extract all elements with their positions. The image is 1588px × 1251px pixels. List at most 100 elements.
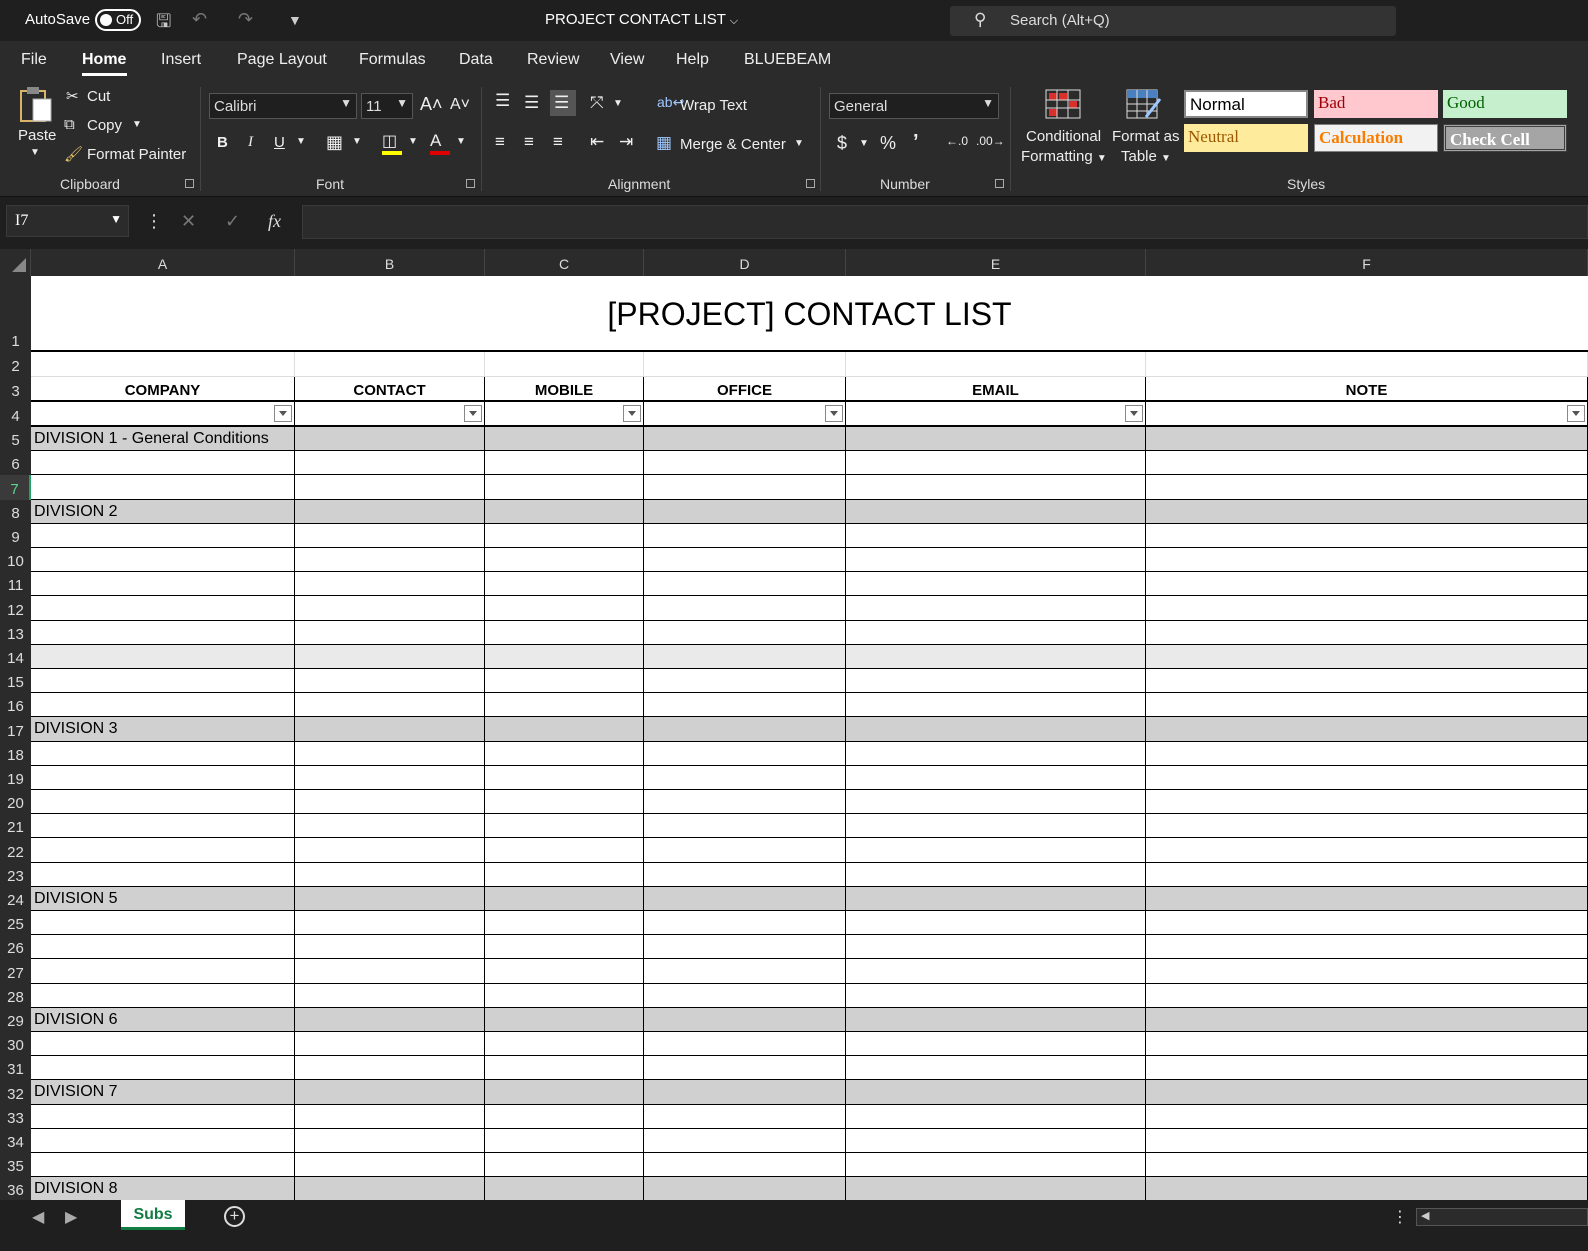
cell[interactable] — [31, 548, 295, 572]
save-icon[interactable]: 🖫 — [156, 9, 171, 39]
cell[interactable] — [485, 475, 644, 499]
cell[interactable] — [1146, 1104, 1588, 1128]
row-header-2[interactable]: 2 — [0, 352, 31, 377]
cell[interactable] — [295, 451, 485, 475]
row-header-26[interactable]: 26 — [0, 935, 31, 959]
cell[interactable] — [1146, 523, 1588, 547]
increase-font-icon[interactable]: A˄ — [420, 94, 443, 115]
cell[interactable] — [31, 1153, 295, 1177]
underline-dropdown-icon[interactable]: ▼ — [296, 136, 306, 147]
cell[interactable] — [1146, 427, 1588, 451]
cell[interactable] — [295, 911, 485, 935]
cell[interactable] — [846, 1056, 1146, 1080]
cell[interactable] — [485, 402, 644, 425]
cell[interactable] — [295, 814, 485, 838]
cell[interactable] — [485, 886, 644, 910]
cell[interactable] — [846, 790, 1146, 814]
align-right-icon[interactable]: ≡ — [553, 132, 563, 152]
align-middle-icon[interactable]: ☰ — [524, 93, 539, 113]
cell[interactable] — [295, 959, 485, 983]
paste-button[interactable] — [18, 85, 54, 125]
cell[interactable] — [846, 959, 1146, 983]
paste-dropdown-icon[interactable]: ▼ — [30, 147, 40, 158]
cell[interactable] — [485, 1177, 644, 1200]
row-header-9[interactable]: 9 — [0, 524, 31, 548]
cell[interactable] — [295, 1056, 485, 1080]
cell[interactable] — [485, 548, 644, 572]
cell[interactable] — [485, 983, 644, 1007]
cell[interactable] — [295, 620, 485, 644]
cell[interactable] — [485, 451, 644, 475]
cell[interactable] — [644, 1177, 846, 1200]
cell[interactable] — [31, 765, 295, 789]
division-label[interactable]: DIVISION 3 — [31, 717, 295, 741]
cell[interactable] — [295, 1080, 485, 1104]
cell[interactable] — [644, 620, 846, 644]
cell[interactable] — [644, 475, 846, 499]
format-painter-icon[interactable]: 🖌 — [64, 145, 83, 163]
column-header-c[interactable]: C — [485, 249, 644, 276]
cell[interactable] — [644, 523, 846, 547]
cell[interactable] — [1146, 620, 1588, 644]
cell[interactable] — [31, 352, 295, 376]
cell[interactable] — [846, 451, 1146, 475]
cut-icon[interactable]: ✂ — [66, 87, 79, 105]
cut-button[interactable]: Cut — [87, 88, 110, 105]
row-header-27[interactable]: 27 — [0, 959, 31, 983]
format-painter-button[interactable]: Format Painter — [87, 146, 186, 163]
more-options-icon[interactable]: ⋮ — [1392, 1207, 1408, 1227]
row-header-10[interactable]: 10 — [0, 548, 31, 572]
row-header-5[interactable]: 5 — [0, 427, 31, 451]
cell[interactable] — [31, 620, 295, 644]
number-format-select[interactable]: General ▼ — [829, 93, 999, 119]
search-input[interactable]: ⚲ Search (Alt+Q) — [950, 6, 1396, 36]
cell[interactable] — [1146, 644, 1588, 668]
row-header-14[interactable]: 14 — [0, 645, 31, 669]
cell[interactable] — [1146, 1056, 1588, 1080]
cell[interactable] — [295, 790, 485, 814]
column-title-email[interactable]: EMAIL — [846, 377, 1146, 400]
decrease-decimal-icon[interactable]: .00→ — [976, 134, 1005, 148]
sheet-title[interactable]: [PROJECT] CONTACT LIST — [31, 276, 1588, 352]
select-all-button[interactable] — [0, 249, 31, 276]
format-as-table-label-1[interactable]: Format as — [1112, 128, 1180, 145]
cell[interactable] — [846, 741, 1146, 765]
document-title[interactable]: PROJECT CONTACT LIST ⌵ — [545, 11, 738, 28]
cell[interactable] — [644, 644, 846, 668]
style-good[interactable]: Good — [1443, 90, 1567, 118]
cell[interactable] — [295, 1153, 485, 1177]
font-color-icon[interactable]: A — [430, 131, 452, 155]
row-header-23[interactable]: 23 — [0, 863, 31, 887]
name-box[interactable]: I7 ▼ — [6, 205, 129, 237]
cell[interactable] — [295, 1032, 485, 1056]
orientation-dropdown-icon[interactable]: ▼ — [613, 98, 623, 109]
row-header-29[interactable]: 29 — [0, 1008, 31, 1032]
cell[interactable] — [295, 838, 485, 862]
cell[interactable] — [31, 911, 295, 935]
underline-icon[interactable]: U — [274, 134, 285, 151]
add-sheet-icon[interactable]: + — [224, 1206, 245, 1227]
cell[interactable] — [485, 1128, 644, 1152]
cell[interactable] — [846, 838, 1146, 862]
cell[interactable] — [485, 838, 644, 862]
font-launcher-icon[interactable] — [466, 179, 475, 188]
column-title-office[interactable]: OFFICE — [644, 377, 846, 400]
decrease-font-icon[interactable]: A˅ — [450, 96, 470, 114]
cell[interactable] — [485, 935, 644, 959]
cell[interactable] — [846, 644, 1146, 668]
cell[interactable] — [1146, 548, 1588, 572]
division-label[interactable]: DIVISION 1 - General Conditions — [31, 427, 295, 451]
row-header-30[interactable]: 30 — [0, 1032, 31, 1056]
cell[interactable] — [295, 523, 485, 547]
cell[interactable] — [644, 1080, 846, 1104]
tab-file[interactable]: File — [21, 51, 47, 69]
cell[interactable] — [31, 1056, 295, 1080]
cell[interactable] — [644, 741, 846, 765]
paste-label[interactable]: Paste — [18, 127, 56, 144]
alignment-launcher-icon[interactable] — [806, 179, 815, 188]
spreadsheet-grid[interactable]: [PROJECT] CONTACT LIST COMPANY CONTACT MOBI… — [31, 276, 1588, 1200]
cell[interactable] — [644, 790, 846, 814]
cell[interactable] — [485, 523, 644, 547]
cell[interactable] — [485, 693, 644, 717]
cell[interactable] — [644, 911, 846, 935]
